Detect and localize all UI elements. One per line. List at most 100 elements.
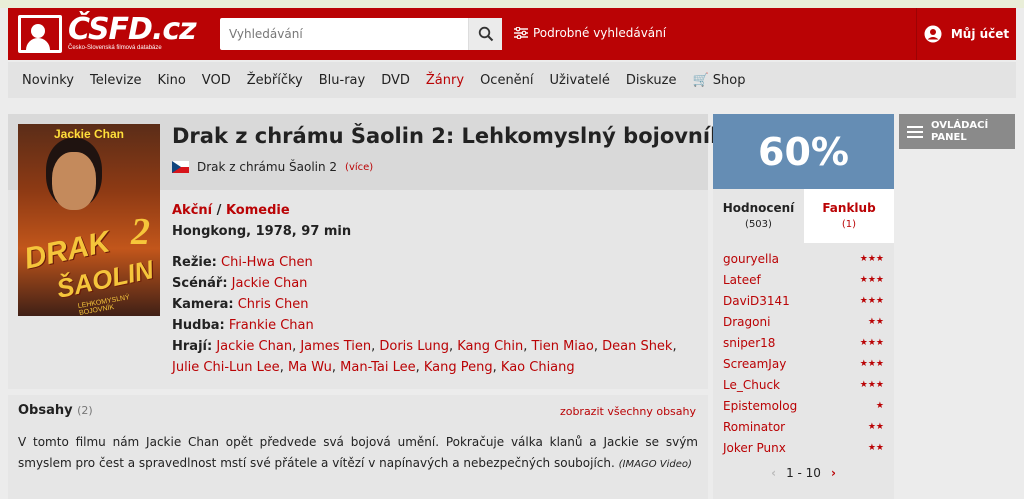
user-link[interactable]: Joker Punx xyxy=(723,441,786,455)
genre-separator: / xyxy=(212,203,226,218)
user-link[interactable]: Epistemolog xyxy=(723,399,797,413)
plot-heading-label: Obsahy xyxy=(18,403,73,418)
nav-item-novinky[interactable]: Novinky xyxy=(22,73,74,88)
person-link[interactable]: Chris Chen xyxy=(238,297,309,312)
list-item: DaviD3141 ★★★ xyxy=(713,290,894,311)
tab-fanklub-count: (1) xyxy=(841,219,857,230)
poster-figure xyxy=(52,152,96,210)
control-panel-button[interactable]: OVLÁDACÍ PANEL xyxy=(899,114,1015,149)
advanced-search-label: Podrobné vyhledávání xyxy=(533,26,667,40)
user-ratings-list: gouryella ★★★ Lateef ★★★ DaviD3141 ★★★ Drag… xyxy=(713,248,894,458)
user-link[interactable]: ScreamJay xyxy=(723,357,786,371)
credit-row-cast: Hrají: Jackie Chan, James Tien, Doris Lu… xyxy=(172,339,677,375)
person-link[interactable]: Jackie Chan xyxy=(216,339,292,354)
credit-role: Režie: xyxy=(172,255,217,270)
star-rating: ★★★ xyxy=(859,379,884,390)
user-icon xyxy=(924,25,942,43)
person-link[interactable]: James Tien xyxy=(300,339,371,354)
cart-icon: 🛒 xyxy=(692,72,709,88)
czech-flag-icon xyxy=(172,161,189,173)
credit-row-music: Hudba: Frankie Chan xyxy=(172,315,702,336)
list-item: Rominator ★★ xyxy=(713,416,894,437)
star-rating: ★★ xyxy=(867,421,884,432)
person-link[interactable]: Kang Peng xyxy=(424,360,493,375)
film-title: Drak z chrámu Šaolin 2: Lehkomyslný bojo… xyxy=(172,124,725,148)
tab-hodnoceni-count: (503) xyxy=(745,219,772,230)
person-link[interactable]: Ma Wu xyxy=(288,360,332,375)
credit-role: Scénář: xyxy=(172,276,228,291)
nav-item-uzivatele[interactable]: Uživatelé xyxy=(550,73,610,88)
tab-hodnoceni-label: Hodnocení xyxy=(722,201,795,215)
film-credits: Režie: Chi-Hwa Chen Scénář: Jackie Chan … xyxy=(172,252,702,378)
nav-item-televize[interactable]: Televize xyxy=(90,73,141,88)
plot-body: V tomto filmu nám Jackie Chan opět předv… xyxy=(18,435,698,470)
nav-item-shop[interactable]: 🛒 Shop xyxy=(692,73,745,88)
list-item: Epistemolog ★ xyxy=(713,395,894,416)
chevron-left-icon[interactable]: ‹ xyxy=(771,466,776,480)
genre-link-komedie[interactable]: Komedie xyxy=(226,203,290,218)
account-button[interactable]: Můj účet xyxy=(916,8,1016,60)
list-item: gouryella ★★★ xyxy=(713,248,894,269)
star-rating: ★ xyxy=(875,400,884,411)
advanced-search-link[interactable]: Podrobné vyhledávání xyxy=(514,26,666,40)
list-item: ScreamJay ★★★ xyxy=(713,353,894,374)
logo-person-icon xyxy=(18,15,62,53)
person-link[interactable]: Julie Chi-Lun Lee xyxy=(172,360,280,375)
logo-text: ČSFD.cz xyxy=(68,12,197,47)
nav-item-vod[interactable]: VOD xyxy=(202,73,231,88)
user-link[interactable]: Rominator xyxy=(723,420,785,434)
user-link[interactable]: gouryella xyxy=(723,252,779,266)
person-link[interactable]: Dean Shek xyxy=(602,339,672,354)
user-link[interactable]: DaviD3141 xyxy=(723,294,790,308)
credit-role: Hrají: xyxy=(172,339,213,354)
alt-titles-more-link[interactable]: (více) xyxy=(345,162,373,173)
site-header: ČSFD.cz Česko-Slovenská filmová databáze… xyxy=(8,8,1016,60)
nav-item-zebricky[interactable]: Žebříčky xyxy=(247,73,303,88)
rating-score: 60% xyxy=(713,114,894,189)
plot-text: V tomto filmu nám Jackie Chan opět předv… xyxy=(18,432,698,475)
nav-item-zanry[interactable]: Žánry xyxy=(426,73,464,88)
tab-hodnoceni[interactable]: Hodnocení (503) xyxy=(713,189,804,243)
star-rating: ★★ xyxy=(867,442,884,453)
person-link[interactable]: Tien Miao xyxy=(532,339,594,354)
user-link[interactable]: Dragoni xyxy=(723,315,770,329)
person-link[interactable]: Chi-Hwa Chen xyxy=(221,255,313,270)
person-link[interactable]: Doris Lung xyxy=(379,339,449,354)
alt-title: Drak z chrámu Šaolin 2 xyxy=(197,160,338,174)
tab-fanklub[interactable]: Fanklub (1) xyxy=(804,189,894,243)
plot-count: (2) xyxy=(77,404,93,417)
control-panel-line2: PANEL xyxy=(931,131,967,143)
show-all-plots-link[interactable]: zobrazit všechny obsahy xyxy=(560,405,696,418)
user-link[interactable]: Lateef xyxy=(723,273,761,287)
user-link[interactable]: Le_Chuck xyxy=(723,378,780,392)
main-nav: Novinky Televize Kino VOD Žebříčky Blu-r… xyxy=(8,62,1016,98)
film-origin: Hongkong, 1978, 97 min xyxy=(172,224,352,239)
person-link[interactable]: Man-Tai Lee xyxy=(340,360,415,375)
star-rating: ★★★ xyxy=(859,253,884,264)
person-link[interactable]: Jackie Chan xyxy=(232,276,308,291)
filter-sliders-icon xyxy=(514,27,528,39)
chevron-right-icon[interactable]: › xyxy=(831,466,836,480)
control-panel-label: OVLÁDACÍ PANEL xyxy=(931,120,988,144)
list-item: Dragoni ★★ xyxy=(713,311,894,332)
genre-link-akcni[interactable]: Akční xyxy=(172,203,212,218)
person-link[interactable]: Kao Chiang xyxy=(501,360,575,375)
nav-item-oceneni[interactable]: Ocenění xyxy=(480,73,533,88)
account-label: Můj účet xyxy=(950,27,1010,41)
credit-role: Hudba: xyxy=(172,318,225,333)
search-button[interactable] xyxy=(468,18,502,50)
user-link[interactable]: sniper18 xyxy=(723,336,775,350)
nav-item-bluray[interactable]: Blu-ray xyxy=(319,73,365,88)
person-link[interactable]: Kang Chin xyxy=(457,339,523,354)
credit-row-writer: Scénář: Jackie Chan xyxy=(172,273,702,294)
menu-lines-icon xyxy=(907,125,923,138)
search-input[interactable] xyxy=(220,18,468,50)
nav-item-kino[interactable]: Kino xyxy=(157,73,185,88)
person-link[interactable]: Frankie Chan xyxy=(229,318,314,333)
csfd-logo[interactable]: ČSFD.cz Česko-Slovenská filmová databáze xyxy=(18,12,197,55)
star-rating: ★★★ xyxy=(859,337,884,348)
nav-item-dvd[interactable]: DVD xyxy=(381,73,410,88)
credit-row-director: Režie: Chi-Hwa Chen xyxy=(172,252,702,273)
film-poster[interactable]: Jackie Chan 2 DRAK ŠAOLIN LEHKOMYSLNÝ BO… xyxy=(18,124,160,316)
nav-item-diskuze[interactable]: Diskuze xyxy=(626,73,677,88)
